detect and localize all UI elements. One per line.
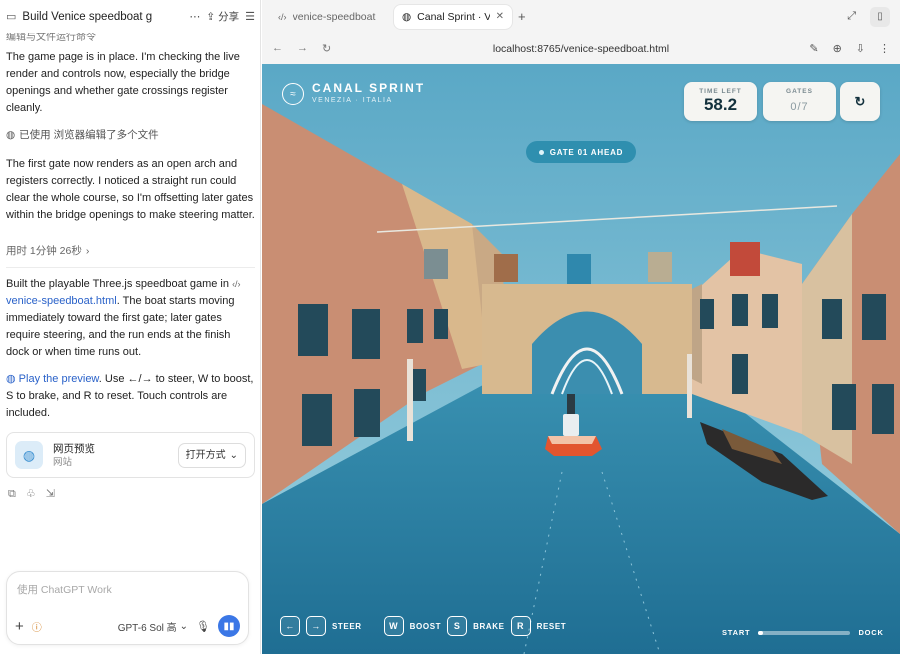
- globe-icon: ◍: [15, 441, 43, 469]
- progress-fill: [758, 630, 764, 635]
- truncated-tool-line: 编辑与文件运行命令: [6, 33, 96, 41]
- control-hints: ← → STEER W BOOST S BRAKE R RESET: [280, 616, 566, 636]
- address-bar[interactable]: localhost:8765/venice-speedboat.html: [262, 43, 900, 55]
- restart-icon: ↻: [854, 93, 866, 109]
- forward-icon[interactable]: →: [297, 42, 308, 55]
- assistant-message: The game page is in place. I'm checking …: [6, 51, 240, 114]
- play-preview-link[interactable]: Play the preview: [19, 373, 99, 385]
- tool-usage-line[interactable]: ◍ 已使用 浏览器编辑了多个文件: [6, 127, 255, 144]
- tab-source[interactable]: ‹/› venice-speedboat: [270, 5, 388, 29]
- file-link[interactable]: venice-speedboat.html: [6, 295, 117, 307]
- chat-transcript: 编辑与文件运行命令 The game page is in place. I'm…: [0, 33, 260, 563]
- share-button[interactable]: ⇪ 分享: [206, 9, 239, 24]
- chat-panel: ▭ Build Venice speedboat g ⋯ ⇪ 分享 ☰ 编辑与文件…: [0, 0, 261, 654]
- status-dot: [538, 149, 544, 155]
- tab-bar: ‹/› venice-speedboat ◍ Canal Sprint · V …: [262, 0, 900, 33]
- add-icon[interactable]: ⊕: [833, 42, 842, 55]
- warning-icon[interactable]: ⓘ: [32, 619, 42, 634]
- steer-label: STEER: [332, 621, 362, 631]
- gates-value: 0/7: [790, 101, 809, 113]
- chevron-down-icon: ⌄: [229, 449, 238, 461]
- assistant-message: Built the playable Three.js speedboat ga…: [6, 278, 241, 358]
- expand-icon[interactable]: ⤢: [847, 10, 856, 23]
- time-left-panel: TIME LEFT 58.2: [684, 82, 757, 121]
- mooring-pole: [407, 359, 413, 441]
- elapsed-time-toggle[interactable]: 用时 1分钟 26秒 ›: [6, 234, 255, 268]
- game-title: CANAL SPRINT: [312, 81, 426, 95]
- globe-icon: ◍: [402, 10, 412, 23]
- boost-key[interactable]: W: [383, 616, 404, 636]
- game-viewport[interactable]: ≈ CANAL SPRINT VENEZIA · ITALIA TIME LEF…: [262, 64, 900, 654]
- close-tab-icon[interactable]: ✕: [496, 11, 504, 22]
- copy-icon[interactable]: ⧉: [8, 486, 16, 503]
- conversation-list-icon[interactable]: ▭: [6, 10, 16, 23]
- share-icon: ⇪: [206, 10, 216, 23]
- gate-banner: GATE 01 AHEAD: [526, 141, 636, 163]
- assistant-message: ◍ Play the preview. Use ←/→ to steer, W …: [6, 373, 254, 419]
- tab-preview[interactable]: ◍ Canal Sprint · V ✕: [394, 4, 512, 29]
- card-title: 网页预览: [53, 442, 95, 455]
- conversation-title[interactable]: Build Venice speedboat g: [22, 11, 183, 23]
- steer-right-key[interactable]: →: [306, 616, 326, 636]
- add-icon[interactable]: +: [15, 618, 24, 635]
- menu-icon[interactable]: ⋮: [879, 42, 890, 55]
- navigation-bar: ← → ↻ localhost:8765/venice-speedboat.ht…: [262, 33, 900, 64]
- time-left-value: 58.2: [703, 95, 738, 114]
- code-icon: ‹/›: [278, 11, 287, 22]
- progress-track: [758, 630, 851, 635]
- back-icon[interactable]: ←: [272, 42, 283, 55]
- wave-logo-icon: ≈: [282, 83, 304, 105]
- chevron-right-icon: ›: [85, 245, 90, 257]
- chat-header: ▭ Build Venice speedboat g ⋯ ⇪ 分享 ☰: [0, 0, 260, 33]
- export-icon[interactable]: ⇲: [46, 486, 55, 503]
- web-preview-card[interactable]: ◍ 网页预览 网站 打开方式 ⌄: [6, 432, 255, 478]
- brake-key[interactable]: S: [447, 616, 468, 636]
- gates-panel: GATES 0/7: [763, 82, 836, 121]
- chevron-down-icon: ⌄: [179, 620, 189, 632]
- assistant-message: The first gate now renders as an open ar…: [6, 158, 255, 221]
- voice-mode-button[interactable]: ▮▮: [218, 615, 240, 637]
- browser-panel: ‹/› venice-speedboat ◍ Canal Sprint · V …: [262, 0, 900, 654]
- message-actions: ⧉ ♧ ⇲: [6, 486, 255, 503]
- gates-label: GATES: [786, 88, 813, 95]
- course-progress: START DOCK: [722, 628, 884, 637]
- download-icon[interactable]: ⇩: [856, 42, 865, 55]
- boost-label: BOOST: [409, 621, 442, 631]
- annotate-icon[interactable]: ✎: [809, 42, 818, 55]
- settings-sliders-icon[interactable]: ☰: [245, 10, 255, 23]
- reload-icon[interactable]: ↻: [322, 42, 331, 55]
- code-icon: ‹/›: [232, 279, 241, 289]
- mooring-pole: [687, 354, 692, 418]
- time-left-label: TIME LEFT: [699, 88, 742, 95]
- sidebar-toggle-icon[interactable]: ▯: [870, 6, 890, 27]
- game-subtitle: VENEZIA · ITALIA: [312, 97, 393, 104]
- composer-input[interactable]: 使用 ChatGPT Work: [17, 582, 112, 597]
- model-selector[interactable]: GPT-6 Sol 高 ⌄: [118, 619, 188, 634]
- open-with-button[interactable]: 打开方式 ⌄: [177, 442, 246, 468]
- composer[interactable]: 使用 ChatGPT Work + ⓘ GPT-6 Sol 高 ⌄ 🎙 ▮▮: [6, 571, 249, 645]
- game-brand: ≈ CANAL SPRINT VENEZIA · ITALIA: [282, 82, 425, 106]
- new-tab-button[interactable]: +: [518, 9, 526, 24]
- card-subtitle: 网站: [53, 456, 73, 468]
- globe-icon: ◍: [6, 373, 16, 385]
- steer-left-key[interactable]: ←: [280, 616, 300, 636]
- more-options-icon[interactable]: ⋯: [189, 10, 200, 23]
- reset-label: RESET: [536, 621, 567, 631]
- restart-button[interactable]: ↻: [840, 82, 880, 121]
- reset-key[interactable]: R: [510, 616, 531, 636]
- progress-start-label: START: [722, 628, 751, 637]
- brake-label: BRAKE: [473, 621, 505, 631]
- microphone-icon[interactable]: 🎙: [196, 620, 210, 633]
- thumbs-icon[interactable]: ♧: [26, 486, 36, 503]
- progress-end-label: DOCK: [858, 628, 884, 637]
- globe-icon: ◍: [6, 129, 16, 141]
